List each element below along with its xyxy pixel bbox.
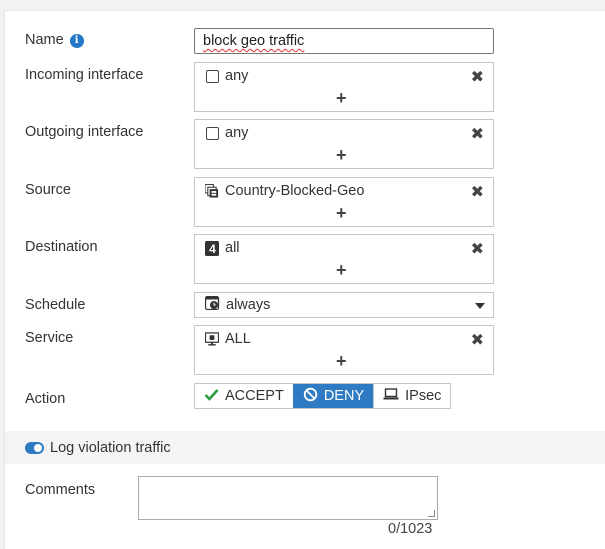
- incoming-interface-label: Incoming interface: [25, 67, 144, 83]
- source-field[interactable]: Country-Blocked-Geo ✖ +: [194, 177, 494, 227]
- ipv4-address-icon: 4: [205, 240, 219, 256]
- service-field[interactable]: ALL ✖ +: [194, 325, 494, 375]
- info-icon[interactable]: i: [69, 34, 84, 48]
- interface-icon: [205, 126, 219, 140]
- source-label: Source: [25, 182, 71, 198]
- service-icon: [205, 332, 219, 346]
- add-icon[interactable]: +: [336, 203, 347, 223]
- remove-icon[interactable]: ✖: [471, 67, 484, 87]
- outgoing-interface-field[interactable]: any ✖ +: [194, 119, 494, 169]
- action-selector: ACCEPT DENY IPsec: [194, 383, 452, 409]
- deny-icon: [303, 387, 318, 406]
- svg-text:4: 4: [209, 242, 216, 256]
- add-icon[interactable]: +: [336, 260, 347, 280]
- source-chip[interactable]: Country-Blocked-Geo: [205, 183, 364, 199]
- comments-char-counter: 0/1023: [388, 521, 433, 537]
- address-group-icon: [205, 184, 219, 198]
- service-chip[interactable]: ALL: [205, 331, 251, 347]
- comments-textarea[interactable]: [138, 476, 438, 520]
- destination-field[interactable]: 4 all ✖ +: [194, 234, 494, 284]
- log-violation-row: Log violation traffic: [5, 431, 605, 464]
- schedule-label: Schedule: [25, 297, 86, 313]
- schedule-select[interactable]: always: [194, 292, 494, 318]
- schedule-clock-icon: [204, 295, 220, 314]
- service-label: Service: [25, 330, 74, 346]
- incoming-interface-field[interactable]: any ✖ +: [194, 62, 494, 112]
- check-icon: [204, 388, 219, 405]
- outgoing-interface-chip[interactable]: any: [205, 125, 248, 141]
- log-violation-toggle[interactable]: [25, 441, 44, 454]
- name-input[interactable]: block geo traffic: [194, 28, 494, 54]
- add-icon[interactable]: +: [336, 351, 347, 371]
- policy-form: Name i block geo traffic Incoming interfa…: [4, 10, 605, 549]
- interface-icon: [205, 69, 219, 83]
- remove-icon[interactable]: ✖: [471, 330, 484, 350]
- add-icon[interactable]: +: [336, 145, 347, 165]
- remove-icon[interactable]: ✖: [471, 239, 484, 259]
- destination-label: Destination: [25, 239, 98, 255]
- add-icon[interactable]: +: [336, 88, 347, 108]
- incoming-interface-chip[interactable]: any: [205, 68, 248, 84]
- laptop-icon: [383, 388, 399, 404]
- remove-icon[interactable]: ✖: [471, 124, 484, 144]
- resize-handle-icon[interactable]: [428, 510, 435, 517]
- action-deny-button[interactable]: DENY: [292, 384, 374, 408]
- chevron-down-icon[interactable]: [475, 303, 485, 309]
- action-accept-button[interactable]: ACCEPT: [195, 384, 293, 408]
- outgoing-interface-label: Outgoing interface: [25, 124, 144, 140]
- action-label: Action: [25, 391, 66, 407]
- destination-chip[interactable]: 4 all: [205, 240, 240, 256]
- comments-label: Comments: [25, 482, 96, 498]
- remove-icon[interactable]: ✖: [471, 182, 484, 202]
- action-ipsec-button[interactable]: IPsec: [373, 384, 450, 408]
- log-violation-label: Log violation traffic: [50, 439, 171, 456]
- name-label: Name i: [25, 32, 84, 48]
